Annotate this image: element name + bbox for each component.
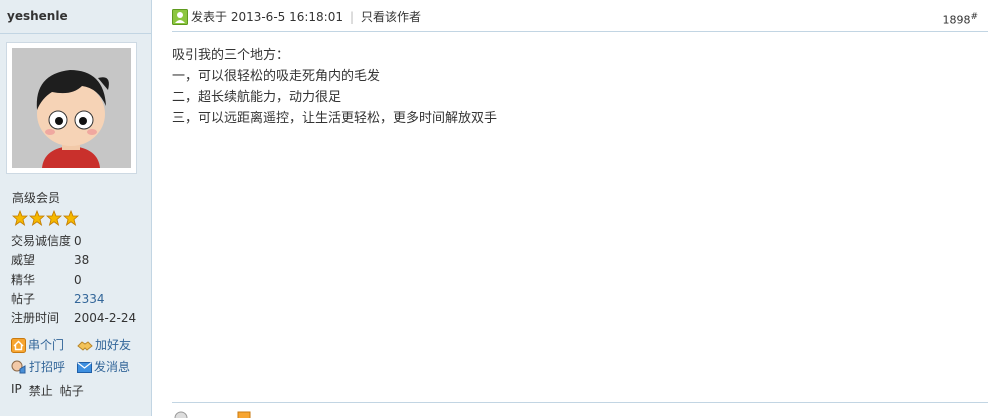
stat-label: 威望 xyxy=(11,253,36,268)
post-line: 二，超长续航能力，动力很足 xyxy=(172,90,342,105)
avatar[interactable] xyxy=(6,42,137,174)
mail-icon xyxy=(77,361,92,373)
rate-icon[interactable] xyxy=(237,410,251,418)
post-footer-divider xyxy=(172,402,988,403)
stat-label: 帖子 xyxy=(11,291,36,306)
send-message-label: 发消息 xyxy=(94,360,131,374)
stat-row: 精华 0 xyxy=(11,271,136,290)
rank-stars xyxy=(12,210,79,226)
stat-row: 注册时间 2004-2-24 xyxy=(11,309,136,328)
star-icon xyxy=(63,210,79,226)
reply-icon[interactable] xyxy=(174,410,188,418)
star-icon xyxy=(12,210,28,226)
stat-label: 精华 xyxy=(11,272,36,287)
stat-value: 0 xyxy=(74,272,82,287)
stat-label: 交易诚信度 xyxy=(11,234,72,248)
handshake-icon xyxy=(77,340,93,351)
post-time: 发表于 2013-6-5 16:18:01 xyxy=(191,10,343,24)
star-icon xyxy=(46,210,62,226)
floor-mark: # xyxy=(970,12,978,22)
send-message-button[interactable]: 发消息 xyxy=(77,356,137,378)
post-count-link[interactable]: 2334 xyxy=(74,290,105,309)
stat-label: 注册时间 xyxy=(11,311,60,326)
add-friend-button[interactable]: 加好友 xyxy=(77,334,137,356)
star-icon xyxy=(29,210,45,226)
admin-links: IP 禁止 帖子 xyxy=(11,382,84,399)
user-group: 高级会员 xyxy=(12,191,61,205)
posts-link[interactable]: 帖子 xyxy=(60,382,84,399)
stat-value: 2004-2-24 xyxy=(74,311,137,326)
avatar-image xyxy=(12,48,131,168)
greet-label: 打招呼 xyxy=(29,360,66,374)
user-actions: 串个门 加好友 打招呼 发消息 xyxy=(11,334,143,378)
post-line: 一，可以很轻松的吸走死角内的毛发 xyxy=(172,69,381,84)
post-line: 三，可以远距离遥控，让生活更轻松，更多时间解放双手 xyxy=(172,111,498,126)
floor-number[interactable]: 1898# xyxy=(942,12,978,27)
visit-label: 串个门 xyxy=(28,338,65,352)
floor-number-text: 1898 xyxy=(942,13,971,27)
stat-row: 帖子 2334 xyxy=(11,290,136,309)
add-friend-label: 加好友 xyxy=(95,338,132,352)
home-icon xyxy=(11,337,26,353)
stat-value: 0 xyxy=(74,234,82,248)
stat-row: 交易诚信度 0 xyxy=(11,232,136,251)
only-author-link[interactable]: 只看该作者 xyxy=(361,8,421,25)
greet-icon xyxy=(11,360,26,373)
separator: | xyxy=(350,9,355,24)
ip-link[interactable]: IP xyxy=(11,382,22,399)
post-main: 发表于 2013-6-5 16:18:01 | 只看该作者 1898# 吸引我的… xyxy=(152,0,1002,418)
stat-row: 威望 38 xyxy=(11,251,136,270)
stat-value: 38 xyxy=(74,253,90,268)
author-sidebar: yeshenle 高级会员 交易诚信度 0 威望 38 精华 0 帖子 2334… xyxy=(0,0,152,416)
author-name[interactable]: yeshenle xyxy=(0,0,151,34)
user-stats: 交易诚信度 0 威望 38 精华 0 帖子 2334 注册时间 2004-2-2… xyxy=(11,232,136,328)
post-content: 吸引我的三个地方： 一，可以很轻松的吸走死角内的毛发 二，超长续航能力，动力很足… xyxy=(172,45,497,129)
online-user-icon xyxy=(172,8,188,25)
visit-button[interactable]: 串个门 xyxy=(11,334,71,356)
post-header: 发表于 2013-6-5 16:18:01 | 只看该作者 1898# xyxy=(172,6,988,32)
greet-button[interactable]: 打招呼 xyxy=(11,356,71,378)
ban-link[interactable]: 禁止 xyxy=(29,382,53,399)
post-line: 吸引我的三个地方： xyxy=(172,48,290,63)
